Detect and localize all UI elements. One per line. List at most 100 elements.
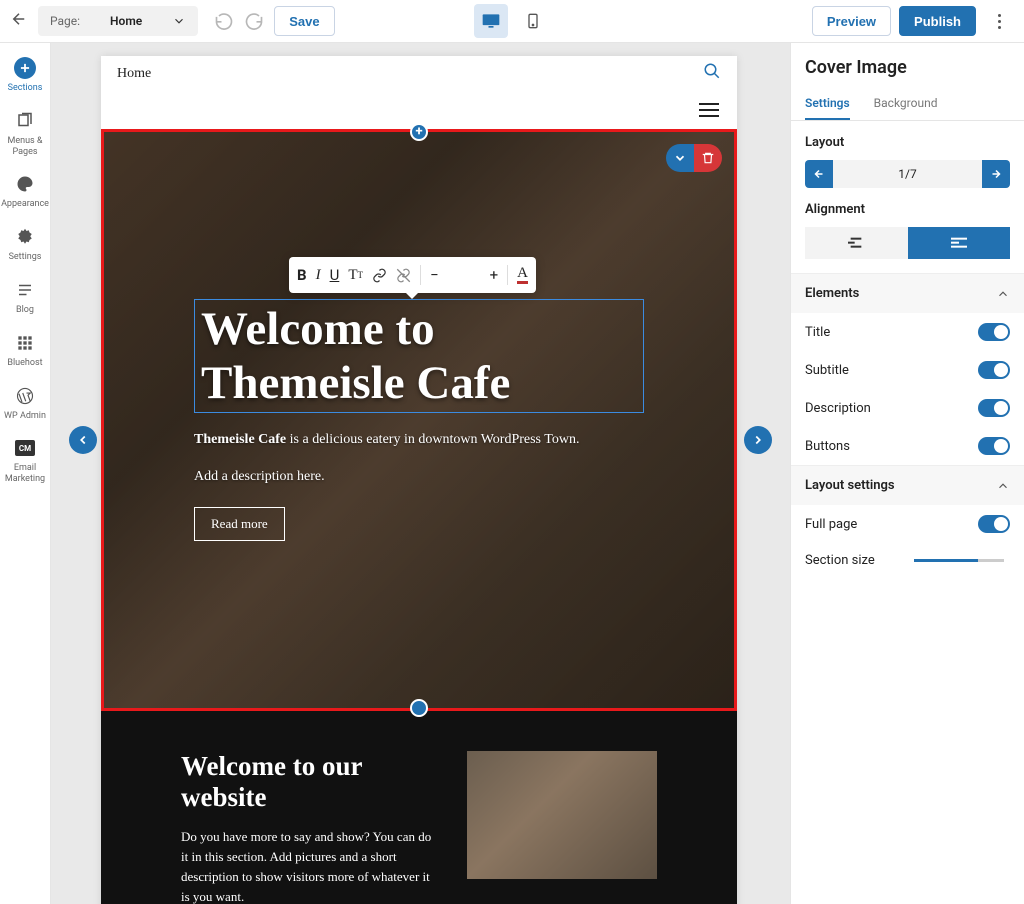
section-size-slider[interactable]	[914, 554, 1010, 568]
add-above-handle[interactable]	[410, 123, 428, 141]
nav-settings[interactable]: Settings	[0, 218, 50, 271]
chevron-down-icon	[673, 151, 687, 165]
text-toolbar: B I U TT − 100% + A	[289, 257, 536, 293]
hamburger-menu[interactable]	[699, 103, 719, 117]
site-header: Home	[101, 56, 737, 91]
section-next[interactable]	[744, 426, 772, 454]
cover-title[interactable]: Welcome to Themeisle Cafe	[201, 302, 637, 410]
search-icon	[703, 62, 721, 80]
palette-icon	[16, 175, 34, 193]
chevron-up-icon	[996, 287, 1010, 301]
publish-button[interactable]: Publish	[899, 6, 976, 36]
italic-button[interactable]: I	[316, 267, 321, 284]
nav-bluehost[interactable]: Bluehost	[0, 324, 50, 377]
page-canvas: Home B I U TT	[101, 56, 737, 904]
layout-prev[interactable]	[805, 160, 833, 188]
chevron-up-icon	[996, 479, 1010, 493]
toggle-subtitle[interactable]	[978, 361, 1010, 379]
cm-icon: CM	[15, 440, 35, 456]
trash-icon	[701, 151, 715, 165]
grid-icon	[17, 335, 33, 351]
mobile-icon	[525, 11, 541, 31]
section2-body[interactable]: Do you have more to say and show? You ca…	[181, 827, 441, 904]
toggle-title[interactable]	[978, 323, 1010, 341]
align-center-icon	[848, 237, 864, 249]
font-size-value: 100%	[448, 268, 481, 282]
device-desktop[interactable]	[474, 4, 508, 38]
page-selector[interactable]: Page: Home	[38, 6, 198, 36]
bold-button[interactable]: B	[297, 266, 307, 284]
nav-sections[interactable]: Sections	[0, 49, 50, 102]
top-toolbar: Page: Home Save Preview Publish	[0, 0, 1024, 43]
element-buttons-row: Buttons	[791, 427, 1024, 465]
cover-readmore-button[interactable]: Read more	[194, 507, 285, 541]
element-description-row: Description	[791, 389, 1024, 427]
layout-next[interactable]	[982, 160, 1010, 188]
link-icon	[372, 268, 387, 283]
canvas-area: Home B I U TT	[51, 43, 790, 904]
page-name: Home	[110, 14, 142, 28]
unlink-icon	[396, 268, 411, 283]
device-mobile[interactable]	[516, 4, 550, 38]
tab-settings[interactable]: Settings	[805, 88, 850, 120]
font-increase[interactable]: +	[490, 266, 499, 284]
section-prev[interactable]	[69, 426, 97, 454]
chevron-down-icon	[172, 14, 186, 28]
preview-button[interactable]: Preview	[812, 6, 891, 36]
back-button[interactable]	[10, 10, 28, 32]
link-button[interactable]	[372, 268, 387, 283]
elements-group[interactable]: Elements	[791, 273, 1024, 313]
text-color-button[interactable]: A	[517, 266, 528, 284]
unlink-button[interactable]	[396, 268, 411, 283]
redo-icon[interactable]	[244, 11, 264, 31]
fullpage-row: Full page	[791, 505, 1024, 543]
layout-pager: 1/7	[805, 160, 1010, 188]
properties-panel: Cover Image Settings Background Layout 1…	[790, 43, 1024, 904]
panel-title: Cover Image	[791, 57, 1024, 88]
gear-icon	[16, 228, 34, 246]
cover-subtitle[interactable]: Themeisle Cafe is a delicious eatery in …	[194, 429, 644, 451]
blog-icon	[16, 281, 34, 299]
desktop-icon	[481, 11, 501, 31]
pages-icon	[16, 112, 34, 130]
align-center[interactable]	[805, 227, 908, 259]
cover-delete-action[interactable]	[694, 144, 722, 172]
element-subtitle-row: Subtitle	[791, 351, 1024, 389]
section2-image[interactable]	[467, 751, 657, 879]
resize-handle-bottom[interactable]	[410, 699, 428, 717]
textcase-button[interactable]: TT	[348, 267, 363, 284]
toggle-description[interactable]	[978, 399, 1010, 417]
undo-icon[interactable]	[214, 11, 234, 31]
cover-expand-action[interactable]	[666, 144, 694, 172]
nav-email-marketing[interactable]: CM Email Marketing	[0, 429, 50, 493]
site-title: Home	[117, 66, 151, 82]
toggle-fullpage[interactable]	[978, 515, 1010, 533]
align-left-icon	[951, 237, 967, 249]
cover-title-box[interactable]: Welcome to Themeisle Cafe	[194, 299, 644, 413]
save-button[interactable]: Save	[274, 6, 334, 36]
nav-menus-pages[interactable]: Menus & Pages	[0, 102, 50, 166]
wordpress-icon	[16, 387, 34, 405]
search-button[interactable]	[703, 62, 721, 85]
cover-section[interactable]: B I U TT − 100% + A Welcome to Themeisle…	[101, 129, 737, 711]
tab-background[interactable]: Background	[874, 88, 938, 120]
alignment-label: Alignment	[805, 202, 1010, 217]
align-left[interactable]	[908, 227, 1011, 259]
left-sidebar: Sections Menus & Pages Appearance Settin…	[0, 43, 51, 904]
more-menu[interactable]	[984, 6, 1014, 36]
layout-settings-group[interactable]: Layout settings	[791, 465, 1024, 505]
plus-icon	[18, 61, 32, 75]
welcome-section[interactable]: Welcome to our website Do you have more …	[101, 711, 737, 904]
arrow-left-icon	[10, 10, 28, 28]
layout-page-indicator: 1/7	[833, 167, 982, 181]
element-title-row: Title	[791, 313, 1024, 351]
underline-button[interactable]: U	[330, 266, 340, 284]
layout-label: Layout	[805, 135, 1010, 150]
toggle-buttons[interactable]	[978, 437, 1010, 455]
font-decrease[interactable]: −	[430, 266, 439, 284]
nav-wpadmin[interactable]: WP Admin	[0, 377, 50, 430]
cover-description[interactable]: Add a description here.	[194, 469, 644, 485]
nav-blog[interactable]: Blog	[0, 271, 50, 324]
nav-appearance[interactable]: Appearance	[0, 165, 50, 218]
section2-heading[interactable]: Welcome to our website	[181, 751, 441, 813]
